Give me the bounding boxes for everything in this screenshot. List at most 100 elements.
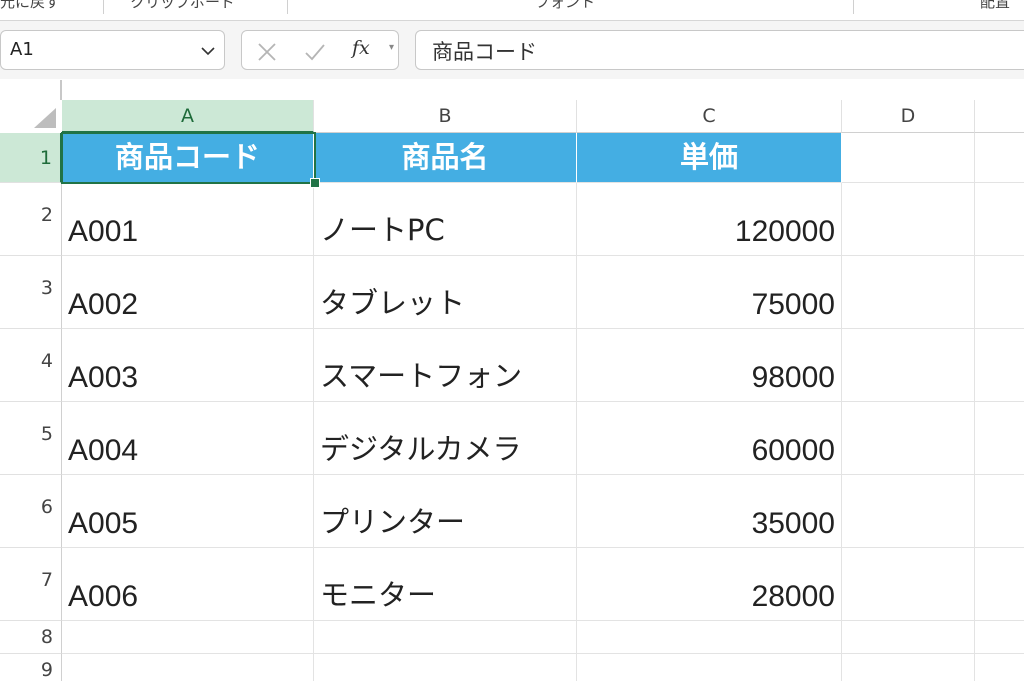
cell-d4[interactable] — [842, 329, 975, 402]
chevron-down-icon[interactable] — [200, 43, 216, 59]
cell-a4[interactable]: A003 — [62, 329, 314, 402]
cell-a9[interactable] — [62, 654, 314, 681]
formula-input[interactable]: 商品コード — [415, 30, 1024, 70]
select-all-button[interactable] — [0, 100, 62, 133]
ribbon-separator — [853, 0, 854, 14]
cell-a3[interactable]: A002 — [62, 256, 314, 329]
row-label: 6 — [40, 496, 53, 518]
row-label: 4 — [40, 350, 53, 372]
cell-c9[interactable] — [577, 654, 842, 681]
column-header-a[interactable]: A — [62, 100, 314, 133]
row-header-1[interactable]: 1 — [0, 133, 62, 183]
cell-e2[interactable] — [975, 183, 1024, 256]
cell-value: A002 — [68, 288, 139, 321]
row-header-3[interactable]: 3 — [0, 256, 62, 329]
cell-value: A003 — [68, 361, 139, 394]
ribbon-separator — [103, 0, 104, 14]
name-box-value: A1 — [10, 39, 34, 60]
cell-c8[interactable] — [577, 621, 842, 654]
ribbon-separator — [287, 0, 288, 14]
cell-b3[interactable]: タブレット — [314, 256, 577, 329]
column-header-e[interactable] — [975, 100, 1024, 133]
cell-e9[interactable] — [975, 654, 1024, 681]
cell-value: A001 — [68, 215, 139, 248]
enter-icon[interactable] — [304, 41, 326, 63]
row-header-6[interactable]: 6 — [0, 475, 62, 548]
cell-a2[interactable]: A001 — [62, 183, 314, 256]
cell-value: デジタルカメラ — [320, 432, 522, 466]
ribbon-group-undo[interactable]: 元に戻す — [0, 0, 60, 12]
cell-value: 28000 — [751, 580, 835, 613]
cell-value: A006 — [68, 580, 139, 613]
cell-b6[interactable]: プリンター — [314, 475, 577, 548]
cell-value: A005 — [68, 507, 139, 540]
cell-b4[interactable]: スマートフォン — [314, 329, 577, 402]
row-header-5[interactable]: 5 — [0, 402, 62, 475]
cell-value: ノートPC — [320, 213, 445, 247]
cancel-icon[interactable] — [256, 41, 278, 63]
cell-d3[interactable] — [842, 256, 975, 329]
cell-b7[interactable]: モニター — [314, 548, 577, 621]
cell-d9[interactable] — [842, 654, 975, 681]
cell-a5[interactable]: A004 — [62, 402, 314, 475]
cell-c5[interactable]: 60000 — [577, 402, 842, 475]
cell-value: 120000 — [734, 215, 835, 248]
row-label: 3 — [40, 277, 53, 299]
cell-e7[interactable] — [975, 548, 1024, 621]
cell-d8[interactable] — [842, 621, 975, 654]
row-header-9[interactable]: 9 — [0, 654, 62, 681]
divider — [60, 80, 62, 100]
ribbon-group-alignment[interactable]: 配置 — [980, 0, 1010, 12]
column-header-c[interactable]: C — [577, 100, 842, 133]
cell-e4[interactable] — [975, 329, 1024, 402]
cell-d5[interactable] — [842, 402, 975, 475]
cell-c6[interactable]: 35000 — [577, 475, 842, 548]
ribbon: 元に戻す クリップボード フォント 配置 — [0, 0, 1024, 21]
cell-value: タブレット — [320, 286, 466, 320]
row-header-2[interactable]: 2 — [0, 183, 62, 256]
cell-d6[interactable] — [842, 475, 975, 548]
cell-value: 75000 — [751, 288, 835, 321]
row-header-8[interactable]: 8 — [0, 621, 62, 654]
cell-a6[interactable]: A005 — [62, 475, 314, 548]
cell-value: 35000 — [751, 507, 835, 540]
cell-b8[interactable] — [314, 621, 577, 654]
cell-c2[interactable]: 120000 — [577, 183, 842, 256]
fx-icon[interactable]: fx — [352, 37, 370, 59]
fill-handle[interactable] — [310, 178, 320, 188]
cell-e6[interactable] — [975, 475, 1024, 548]
cell-b9[interactable] — [314, 654, 577, 681]
select-all-icon — [34, 108, 56, 128]
cell-c3[interactable]: 75000 — [577, 256, 842, 329]
cell-e5[interactable] — [975, 402, 1024, 475]
cell-c7[interactable]: 28000 — [577, 548, 842, 621]
cell-c4[interactable]: 98000 — [577, 329, 842, 402]
cell-e1[interactable] — [975, 133, 1024, 183]
name-box[interactable]: A1 — [0, 30, 225, 70]
active-cell-border — [61, 132, 316, 184]
cell-value: モニター — [320, 578, 437, 612]
ribbon-group-clipboard[interactable]: クリップボード — [130, 0, 235, 12]
cell-e3[interactable] — [975, 256, 1024, 329]
cell-b2[interactable]: ノートPC — [314, 183, 577, 256]
fx-dropdown-icon[interactable]: ▾ — [389, 42, 394, 53]
cell-b1[interactable]: 商品名 — [314, 133, 577, 183]
cell-value: プリンター — [320, 505, 466, 539]
cell-d1[interactable] — [842, 133, 975, 183]
cell-d2[interactable] — [842, 183, 975, 256]
ribbon-group-font[interactable]: フォント — [535, 0, 595, 12]
row-header-7[interactable]: 7 — [0, 548, 62, 621]
cell-d7[interactable] — [842, 548, 975, 621]
cell-b5[interactable]: デジタルカメラ — [314, 402, 577, 475]
column-header-d[interactable]: D — [842, 100, 975, 133]
cell-value: A004 — [68, 434, 139, 467]
cell-a7[interactable]: A006 — [62, 548, 314, 621]
row-header-4[interactable]: 4 — [0, 329, 62, 402]
cell-a8[interactable] — [62, 621, 314, 654]
cell-value: スマートフォン — [320, 359, 523, 393]
column-header-b[interactable]: B — [314, 100, 577, 133]
cell-c1[interactable]: 単価 — [577, 133, 842, 183]
row-label: 5 — [40, 423, 53, 445]
cell-e8[interactable] — [975, 621, 1024, 654]
formula-controls: fx ▾ — [241, 30, 399, 70]
